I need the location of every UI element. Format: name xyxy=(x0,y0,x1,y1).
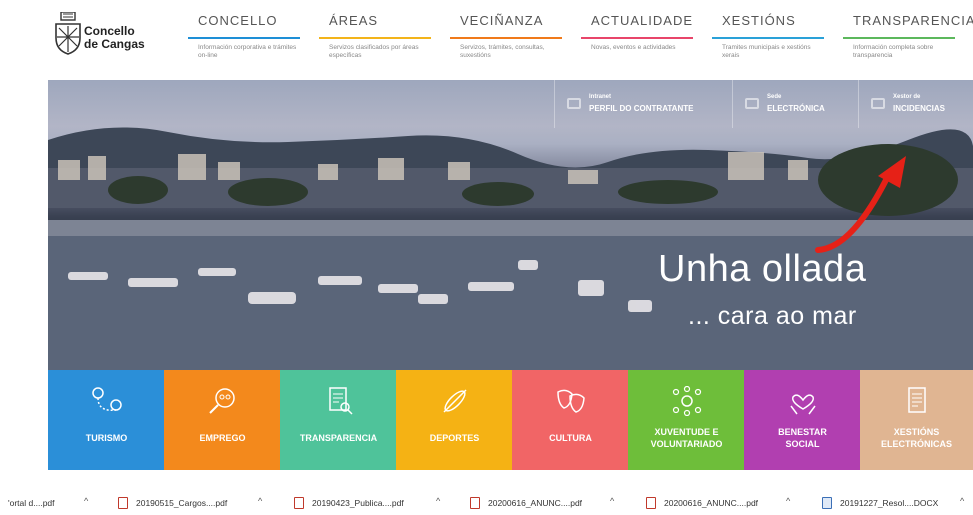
tile-turismo[interactable]: TURISMO xyxy=(48,370,165,470)
nav-underline xyxy=(188,37,300,39)
quick-link-perfil-contratante[interactable]: Intranet PERFIL DO CONTRATANTE xyxy=(554,80,732,128)
nav-underline xyxy=(581,37,693,39)
hero-banner: Intranet PERFIL DO CONTRATANTE Sede ELEC… xyxy=(48,80,973,370)
pdf-file-icon xyxy=(118,497,128,509)
megaphone-icon xyxy=(871,98,885,109)
tile-label-line-2: VOLUNTARIADO xyxy=(650,439,723,449)
nav-underline xyxy=(843,37,955,39)
tile-label: TURISMO xyxy=(85,433,128,443)
nav-title: VECIÑANZA xyxy=(460,13,544,28)
heart-hands-icon xyxy=(789,394,816,415)
quick-link-incidencias[interactable]: Xestor de INCIDENCIAS xyxy=(858,80,973,128)
download-filename: 20190515_Cargos....pdf xyxy=(136,498,228,508)
nav-areas[interactable]: ÁREAS Servizos clasificados por áreas es… xyxy=(319,10,439,70)
tile-label-line-2: SOCIAL xyxy=(785,439,820,449)
quick-link-sede-electronica[interactable]: Sede ELECTRÓNICA xyxy=(732,80,858,128)
category-tiles: TURISMO EMPREGO TRANSPARENCIA DEPORTES C… xyxy=(48,370,973,470)
download-menu-caret-icon[interactable]: ^ xyxy=(436,496,440,506)
nav-description: Tramites municipais e xestións xerais xyxy=(722,44,811,59)
tile-label-line-2: ELECTRÓNICAS xyxy=(880,439,952,449)
concello-logo[interactable]: Concello de Cangas xyxy=(54,8,164,64)
monitor-icon xyxy=(745,98,759,109)
nav-actualidade[interactable]: ACTUALIDADE Novas, eventos e actividades xyxy=(581,10,701,70)
tile-benestar-social[interactable]: BENESTAR SOCIAL xyxy=(744,370,861,470)
tile-emprego[interactable]: EMPREGO xyxy=(164,370,281,470)
pdf-file-icon xyxy=(646,497,656,509)
nav-description: Novas, eventos e actividades xyxy=(591,44,676,51)
hero-title: Unha ollada xyxy=(658,248,867,290)
tile-label-line-1: XESTIÓNS xyxy=(893,427,940,437)
tile-deportes[interactable]: DEPORTES xyxy=(396,370,513,470)
download-menu-caret-icon[interactable]: ^ xyxy=(610,496,614,506)
nav-description: Información completa sobre transparencia xyxy=(853,44,934,59)
download-filename: 20190423_Publica....pdf xyxy=(312,498,404,508)
docx-file-icon xyxy=(822,497,832,509)
document-icon xyxy=(907,387,926,413)
tile-xuventude[interactable]: XUVENTUDE E VOLUNTARIADO xyxy=(628,370,745,470)
nav-underline xyxy=(450,37,562,39)
document-magnifier-icon xyxy=(328,387,353,415)
map-pins-icon xyxy=(91,387,122,411)
nav-title: CONCELLO xyxy=(198,13,278,28)
canoe-icon xyxy=(442,389,467,413)
site-header: Concello de Cangas CONCELLO Información … xyxy=(0,0,973,80)
tile-cultura[interactable]: CULTURA xyxy=(512,370,629,470)
download-menu-caret-icon[interactable]: ^ xyxy=(258,496,262,506)
pdf-file-icon xyxy=(470,497,480,509)
download-menu-caret-icon[interactable]: ^ xyxy=(786,496,790,506)
nav-title: XESTIÓNS xyxy=(722,13,796,28)
group-network-icon xyxy=(672,386,701,416)
nav-title: TRANSPARENCIA xyxy=(853,13,973,28)
download-filename: 20200616_ANUNC....pdf xyxy=(664,498,759,508)
search-people-icon xyxy=(208,388,235,414)
quick-link-label: INCIDENCIAS xyxy=(893,104,946,113)
nav-title: ÁREAS xyxy=(329,13,379,28)
tile-transparencia[interactable]: TRANSPARENCIA xyxy=(280,370,397,470)
quick-link-small: Xestor de xyxy=(893,94,921,100)
nav-description: Servizos clasificados por áreas específi… xyxy=(329,44,419,59)
pdf-file-icon xyxy=(294,497,304,509)
card-icon xyxy=(567,98,581,109)
nav-transparencia[interactable]: TRANSPARENCIA Información completa sobre… xyxy=(843,10,973,70)
nav-description: Servizos, trámites, consultas, suxestión… xyxy=(460,44,545,59)
nav-vecinanza[interactable]: VECIÑANZA Servizos, trámites, consultas,… xyxy=(450,10,570,70)
download-menu-caret-icon[interactable]: ^ xyxy=(960,496,964,506)
downloads-bar: 'ortal d....pdf ^ 20190515_Cargos....pdf… xyxy=(0,492,973,515)
tile-label: TRANSPARENCIA xyxy=(299,433,378,443)
tile-label-line-1: XUVENTUDE E xyxy=(654,427,719,437)
quick-link-small: Intranet xyxy=(589,94,612,100)
download-filename: 20191227_Resol....DOCX xyxy=(840,498,939,508)
nav-underline xyxy=(712,37,824,39)
download-item[interactable]: 20200616_ANUNC....pdf ^ xyxy=(470,492,630,515)
logo-line-2: de Cangas xyxy=(84,37,145,51)
download-item[interactable]: 20190423_Publica....pdf ^ xyxy=(294,492,456,515)
tile-label: CULTURA xyxy=(549,433,592,443)
crest-icon xyxy=(55,12,81,55)
nav-xestions[interactable]: XESTIÓNS Tramites municipais e xestións … xyxy=(712,10,832,70)
download-item[interactable]: 'ortal d....pdf ^ xyxy=(8,492,108,515)
download-item[interactable]: 20200616_ANUNC....pdf ^ xyxy=(646,492,806,515)
download-filename: 20200616_ANUNC....pdf xyxy=(488,498,583,508)
nav-concello[interactable]: CONCELLO Información corporativa e trámi… xyxy=(188,10,308,70)
theater-masks-icon xyxy=(556,389,585,413)
tile-label: EMPREGO xyxy=(199,433,246,443)
hero-subtitle: ... cara ao mar xyxy=(688,302,857,330)
main-nav: CONCELLO Información corporativa e trámi… xyxy=(188,10,973,70)
nav-title: ACTUALIDADE xyxy=(591,13,694,28)
nav-underline xyxy=(319,37,431,39)
download-menu-caret-icon[interactable]: ^ xyxy=(84,496,88,506)
tile-label-line-1: BENESTAR xyxy=(778,427,827,437)
download-filename: 'ortal d....pdf xyxy=(8,498,55,508)
download-item[interactable]: 20190515_Cargos....pdf ^ xyxy=(118,492,278,515)
quick-link-small: Sede xyxy=(767,94,782,100)
quick-link-label: ELECTRÓNICA xyxy=(767,104,825,113)
quick-link-label: PERFIL DO CONTRATANTE xyxy=(589,104,694,113)
nav-description: Información corporativa e trámites on-li… xyxy=(198,44,297,59)
download-item[interactable]: 20191227_Resol....DOCX ^ xyxy=(822,492,970,515)
tile-label: DEPORTES xyxy=(429,433,480,443)
tile-xestions-electronicas[interactable]: XESTIÓNS ELECTRÓNICAS xyxy=(860,370,973,470)
logo-text: Concello de Cangas xyxy=(84,25,145,51)
